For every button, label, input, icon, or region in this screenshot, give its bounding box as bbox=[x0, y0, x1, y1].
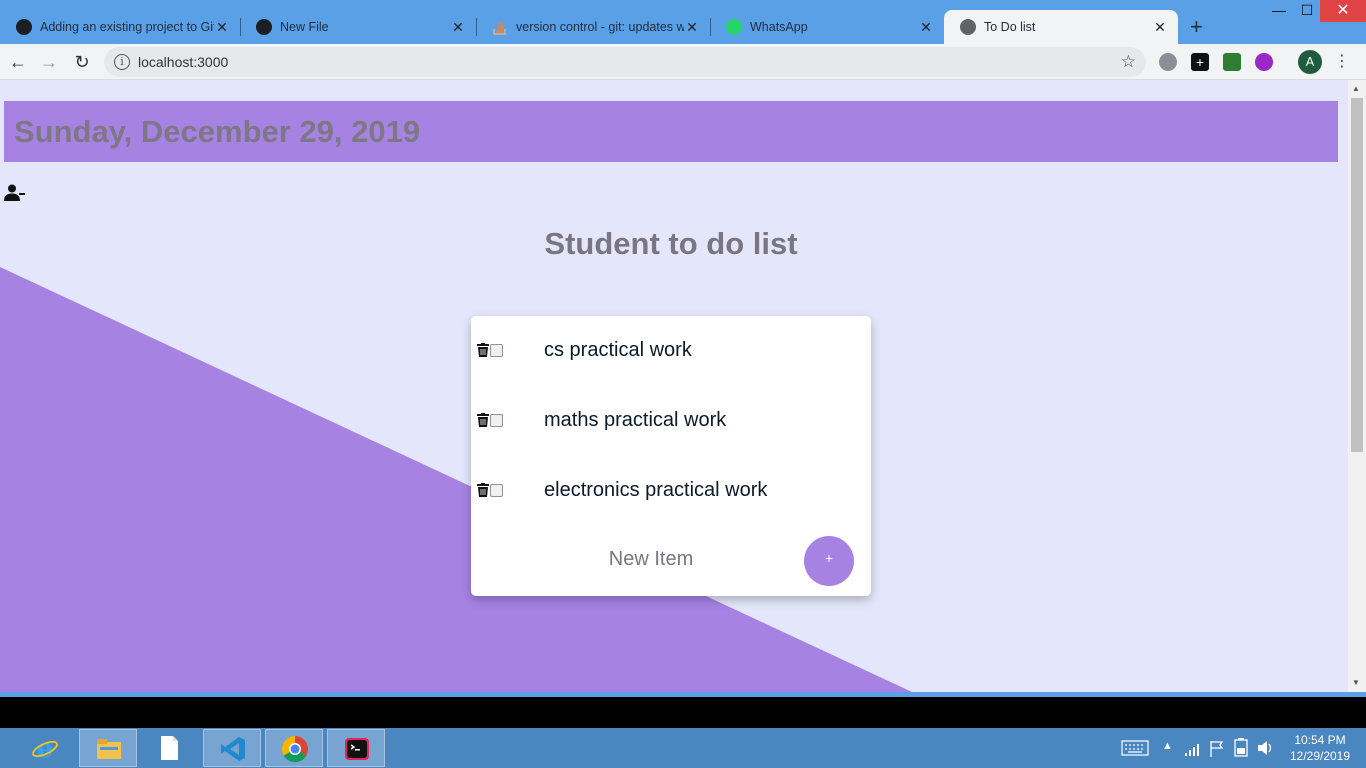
minimize-button[interactable]: — bbox=[1264, 2, 1294, 24]
scroll-up-icon[interactable]: ▲ bbox=[1352, 84, 1360, 93]
tab-to-do-list[interactable]: To Do list ✕ bbox=[944, 10, 1178, 44]
trash-icon[interactable] bbox=[477, 413, 489, 427]
page-scrollbar[interactable]: ▲ ▼ bbox=[1348, 80, 1366, 692]
html-extension-icon[interactable] bbox=[1223, 53, 1241, 71]
tab-whatsapp[interactable]: WhatsApp ✕ bbox=[710, 10, 944, 44]
page-title: Student to do list bbox=[544, 226, 798, 261]
tab-stackoverflow[interactable]: version control - git: updates we ✕ bbox=[476, 10, 711, 44]
back-button[interactable]: ← bbox=[6, 50, 30, 74]
system-clock[interactable]: 10:54 PM 12/29/2019 bbox=[1282, 732, 1358, 764]
reload-button[interactable]: ↻ bbox=[70, 50, 94, 74]
chrome-icon bbox=[281, 735, 308, 763]
flag-icon[interactable] bbox=[1208, 728, 1226, 768]
maximize-button[interactable]: ☐ bbox=[1292, 2, 1322, 24]
page-viewport: Sunday, December 29, 2019 Student to do … bbox=[0, 80, 1348, 692]
profile-avatar[interactable]: A bbox=[1298, 50, 1322, 74]
windows-taskbar: e ▲ 10:54 PM 12/29/2019 bbox=[0, 728, 1366, 768]
tab-title: New File bbox=[280, 20, 329, 34]
stackoverflow-icon bbox=[492, 19, 508, 35]
trash-icon[interactable] bbox=[477, 483, 489, 497]
browser-menu-icon[interactable]: ⋮ bbox=[1334, 50, 1350, 74]
taskbar-app[interactable] bbox=[327, 729, 385, 767]
taskbar-app[interactable] bbox=[140, 729, 198, 767]
tab-github-existing-project[interactable]: Adding an existing project to Git ✕ bbox=[0, 10, 241, 44]
window-close-button[interactable]: ✕ bbox=[1320, 0, 1366, 22]
close-icon[interactable]: ✕ bbox=[684, 19, 700, 36]
notepad-icon bbox=[161, 736, 178, 760]
terminal-icon bbox=[345, 738, 369, 760]
browser-toolbar: ← → ↻ i localhost:3000 ☆ + A ⋮ bbox=[0, 44, 1366, 80]
taskbar-app[interactable]: e bbox=[16, 729, 74, 767]
address-url: localhost:3000 bbox=[138, 54, 229, 70]
add-item-button[interactable]: + bbox=[804, 536, 854, 586]
user-minus-icon[interactable] bbox=[4, 184, 26, 202]
new-item-input[interactable]: New Item bbox=[551, 548, 751, 571]
github-icon bbox=[256, 19, 272, 35]
keyboard-icon[interactable] bbox=[1120, 728, 1150, 768]
taskbar-app[interactable] bbox=[79, 729, 137, 767]
close-icon[interactable]: ✕ bbox=[450, 19, 466, 36]
item-checkbox[interactable] bbox=[490, 344, 503, 357]
tab-title: WhatsApp bbox=[750, 20, 808, 34]
volume-icon[interactable] bbox=[1256, 728, 1274, 768]
clock-date: 12/29/2019 bbox=[1289, 749, 1351, 763]
bug-extension-icon[interactable] bbox=[1159, 53, 1177, 71]
tab-title: To Do list bbox=[984, 20, 1036, 34]
tab-title: version control - git: updates we bbox=[516, 20, 684, 34]
taskbar-app[interactable] bbox=[203, 729, 261, 767]
list-item: maths practical work bbox=[471, 386, 871, 456]
browser-tab-bar: Adding an existing project to Git ✕ New … bbox=[0, 0, 1366, 44]
show-hidden-icons-icon[interactable]: ▲ bbox=[1162, 740, 1173, 768]
taskbar-app[interactable] bbox=[265, 729, 323, 767]
clock-time: 10:54 PM bbox=[1294, 733, 1346, 747]
whatsapp-icon bbox=[726, 19, 742, 35]
item-checkbox[interactable] bbox=[490, 484, 503, 497]
date-heading: Sunday, December 29, 2019 bbox=[14, 114, 421, 149]
scrollbar-thumb[interactable] bbox=[1351, 98, 1363, 452]
svg-text:e: e bbox=[37, 734, 54, 762]
internet-explorer-icon: e bbox=[32, 734, 58, 762]
network-signal-icon[interactable] bbox=[1184, 728, 1202, 768]
close-icon[interactable]: ✕ bbox=[918, 19, 934, 36]
forward-button[interactable]: → bbox=[37, 50, 61, 74]
address-bar[interactable]: i localhost:3000 ☆ bbox=[104, 47, 1146, 77]
list-item: cs practical work bbox=[471, 316, 871, 386]
battery-icon[interactable] bbox=[1232, 728, 1250, 768]
item-text: cs practical work bbox=[544, 339, 692, 361]
scroll-down-icon[interactable]: ▼ bbox=[1352, 678, 1360, 687]
item-text: maths practical work bbox=[544, 409, 727, 431]
close-icon[interactable]: ✕ bbox=[1152, 19, 1168, 36]
trash-icon[interactable] bbox=[477, 343, 489, 357]
close-icon[interactable]: ✕ bbox=[214, 19, 230, 36]
plus-extension-icon[interactable]: + bbox=[1191, 53, 1209, 71]
date-header: Sunday, December 29, 2019 bbox=[4, 101, 1338, 162]
site-info-icon[interactable]: i bbox=[114, 54, 130, 70]
item-text: electronics practical work bbox=[544, 479, 768, 501]
github-icon bbox=[16, 19, 32, 35]
item-checkbox[interactable] bbox=[490, 414, 503, 427]
globe-icon bbox=[960, 19, 976, 35]
list-item: electronics practical work bbox=[471, 456, 871, 526]
file-explorer-icon bbox=[97, 739, 121, 759]
vscode-icon bbox=[221, 737, 245, 761]
tab-new-file[interactable]: New File ✕ bbox=[240, 10, 477, 44]
todo-card: cs practical work maths practical work e… bbox=[471, 316, 871, 596]
new-tab-button[interactable]: + bbox=[1190, 14, 1203, 40]
bookmark-star-icon[interactable]: ☆ bbox=[1121, 52, 1136, 72]
tab-title: Adding an existing project to Git bbox=[40, 20, 214, 34]
color-extension-icon[interactable] bbox=[1255, 53, 1273, 71]
